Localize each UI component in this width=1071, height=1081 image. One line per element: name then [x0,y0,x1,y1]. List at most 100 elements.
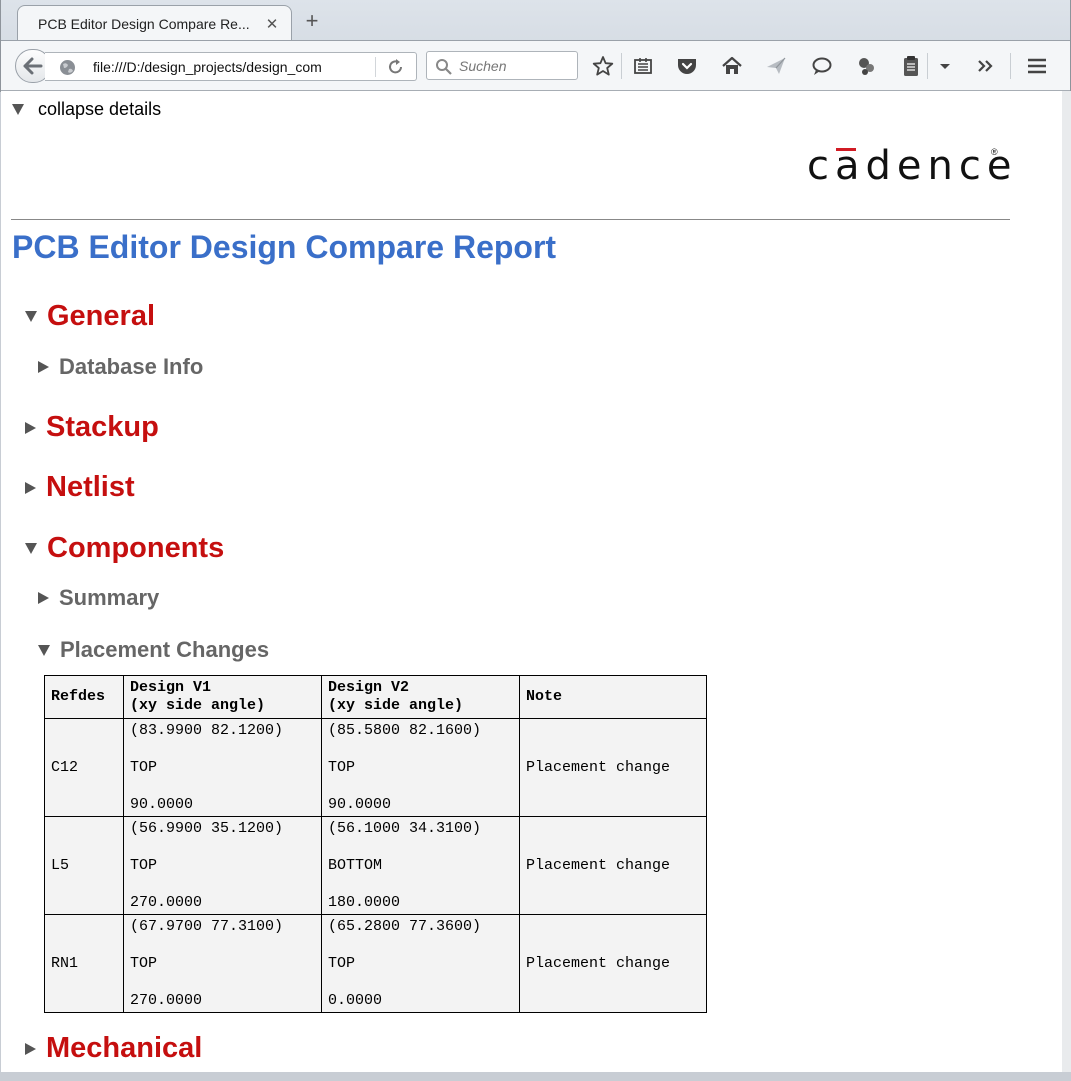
navigation-bar: file:///D:/design_projects/design_com Su… [1,40,1070,91]
url-separator [375,57,376,77]
angle-value: 90.0000 [130,795,194,813]
side-value: TOP [130,758,158,776]
section-heading: Mechanical [46,1032,203,1064]
side-value: BOTTOM [328,856,383,874]
registered-mark: ® [991,147,998,157]
collapse-details-label: collapse details [38,99,162,119]
subsection-heading: Summary [59,585,160,610]
subsection-heading: Database Info [59,354,204,379]
reload-icon[interactable] [385,57,407,77]
xy-value: (85.5800 82.1600) [328,721,482,739]
section-heading: Netlist [46,471,135,503]
search-input[interactable]: Suchen [426,51,578,80]
subsection-heading: Placement Changes [60,637,270,662]
design-v2-cell: (56.1000 34.3100) BOTTOM 180.0000 [321,816,520,915]
page-viewport: collapse details cadence ® PCB Editor De… [1,91,1062,1072]
send-icon[interactable] [763,53,789,79]
pocket-icon[interactable] [674,53,700,79]
page-title: PCB Editor Design Compare Report [12,229,557,265]
note-cell: Placement change [519,718,707,817]
xy-value: (83.9900 82.1200) [130,721,284,739]
section-heading: General [47,300,155,332]
refdes-cell: RN1 [44,914,124,1013]
table-row: RN1 (67.9700 77.3100) TOP 270.0000 (65.2… [44,914,707,1013]
column-header-design-v1: Design V1 (xy side angle) [123,675,322,719]
bookmark-star-icon[interactable] [590,53,616,79]
header-line: Design V2 [328,679,410,696]
subsection-database-info[interactable]: Database Info [38,354,203,380]
logo-accent-bar [836,148,856,151]
toolbar-separator [1010,53,1011,79]
column-header-note: Note [519,675,707,719]
subsection-placement-changes[interactable]: Placement Changes [38,637,269,663]
side-value: TOP [328,758,356,776]
browser-chrome: PCB Editor Design Compare Re... ✕ + file… [0,0,1071,92]
design-v2-cell: (65.2800 77.3600) TOP 0.0000 [321,914,520,1013]
share-icon[interactable] [854,53,880,79]
column-header-design-v2: Design V2 (xy side angle) [321,675,520,719]
collapse-details-toggle[interactable]: collapse details [12,99,161,120]
side-value: TOP [130,954,158,972]
url-bar[interactable]: file:///D:/design_projects/design_com [45,52,417,81]
overflow-icon[interactable] [972,53,998,79]
section-heading: Components [47,532,225,564]
globe-icon [60,60,75,75]
expanded-triangle-icon [25,311,37,322]
clipboard-icon[interactable] [898,53,924,79]
design-v1-cell: (56.9900 35.1200) TOP 270.0000 [123,816,322,915]
column-header-refdes: Refdes [44,675,124,719]
design-v1-cell: (67.9700 77.3100) TOP 270.0000 [123,914,322,1013]
chat-icon[interactable] [809,53,835,79]
note-cell: Placement change [519,914,707,1013]
browser-tab[interactable]: PCB Editor Design Compare Re... ✕ [17,5,292,41]
collapsed-triangle-icon [38,361,49,373]
section-netlist[interactable]: Netlist [25,471,135,504]
placement-changes-table: Refdes Design V1 (xy side angle) Design … [44,675,707,1013]
new-tab-button[interactable]: + [301,8,323,34]
collapsed-triangle-icon [25,421,36,434]
table-row: C12 (83.9900 82.1200) TOP 90.0000 (85.58… [44,718,707,817]
xy-value: (56.9900 35.1200) [130,819,284,837]
side-value: TOP [328,954,356,972]
refdes-cell: C12 [44,718,124,817]
url-text: file:///D:/design_projects/design_com [93,59,322,75]
expanded-triangle-icon [25,543,37,554]
header-line: (xy side angle) [328,697,464,714]
close-tab-icon[interactable]: ✕ [263,15,281,33]
back-arrow-icon [23,57,43,75]
side-value: TOP [130,856,158,874]
search-icon [436,59,452,75]
section-general[interactable]: General [25,300,155,333]
design-v2-cell: (85.5800 82.1600) TOP 90.0000 [321,718,520,817]
header-line: (xy side angle) [130,697,266,714]
expanded-triangle-icon [38,644,50,656]
reading-list-icon[interactable] [630,53,656,79]
collapse-triangle-icon [12,104,24,115]
subsection-summary[interactable]: Summary [38,585,159,611]
section-mechanical[interactable]: Mechanical [25,1032,202,1065]
menu-icon[interactable] [1024,53,1050,79]
toolbar-separator [927,53,928,79]
collapsed-triangle-icon [25,1042,36,1055]
section-stackup[interactable]: Stackup [25,411,159,444]
table-row: L5 (56.9900 35.1200) TOP 270.0000 (56.10… [44,816,707,915]
collapsed-triangle-icon [25,481,36,494]
design-v1-cell: (83.9900 82.1200) TOP 90.0000 [123,718,322,817]
angle-value: 270.0000 [130,991,203,1009]
section-heading: Stackup [46,411,159,443]
vertical-scrollbar[interactable] [1062,91,1071,1072]
dropdown-icon[interactable] [932,53,958,79]
angle-value: 90.0000 [328,795,392,813]
note-cell: Placement change [519,816,707,915]
home-icon[interactable] [719,53,745,79]
angle-value: 180.0000 [328,893,401,911]
angle-value: 270.0000 [130,893,203,911]
refdes-cell: L5 [44,816,124,915]
section-components[interactable]: Components [25,532,224,565]
xy-value: (67.9700 77.3100) [130,917,284,935]
toolbar-separator [621,53,622,79]
table-header-row: Refdes Design V1 (xy side angle) Design … [44,675,707,719]
tab-title: PCB Editor Design Compare Re... [38,15,250,32]
xy-value: (56.1000 34.3100) [328,819,482,837]
window-bottom-edge [0,1072,1071,1081]
